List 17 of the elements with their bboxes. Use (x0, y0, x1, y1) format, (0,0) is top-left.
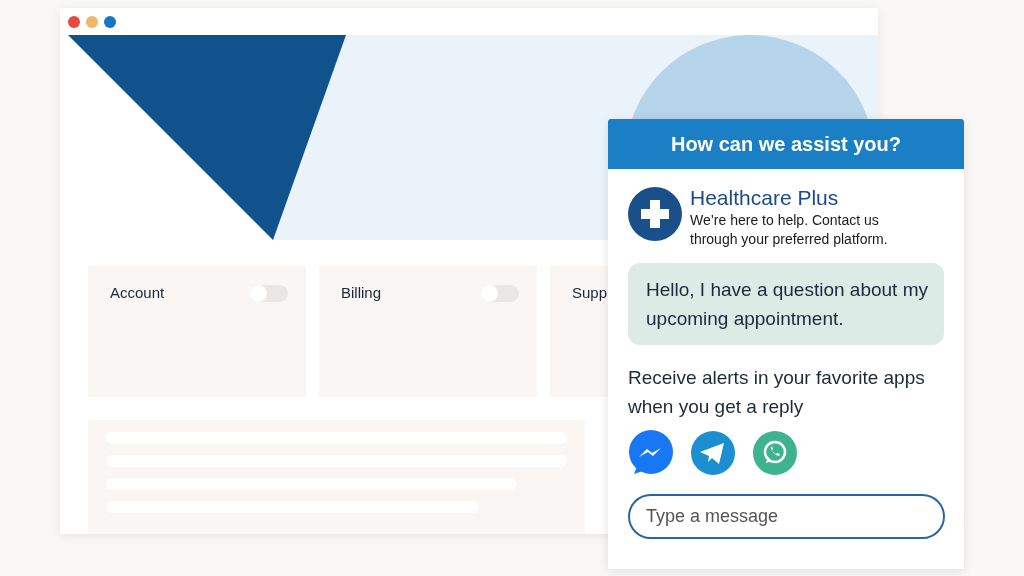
alerts-text: Receive alerts in your favorite apps when you get a reply (628, 366, 926, 419)
window-control[interactable] (68, 15, 80, 28)
medical-cross-icon (628, 187, 682, 241)
message-bubble: Hello, I have a question about my upcoming appointment. (628, 263, 944, 345)
messenger-icon[interactable] (628, 430, 674, 476)
toggle-switch[interactable] (250, 285, 288, 302)
card-title: Billing (341, 284, 382, 301)
tagline: We’re here to help. Contact us through your preferred platform. (690, 211, 889, 249)
chat-phone-icon[interactable] (752, 430, 798, 476)
message-input[interactable]: Type a message (628, 494, 945, 539)
card-title: Supp (572, 284, 608, 301)
chat-header: How can we assist you? (608, 119, 964, 169)
window-control[interactable] (104, 15, 116, 28)
card-title: Account (110, 284, 165, 301)
paper-plane-icon[interactable] (690, 430, 736, 476)
brand-name: Healthcare Plus (690, 185, 840, 211)
toggle-switch[interactable] (481, 285, 519, 302)
